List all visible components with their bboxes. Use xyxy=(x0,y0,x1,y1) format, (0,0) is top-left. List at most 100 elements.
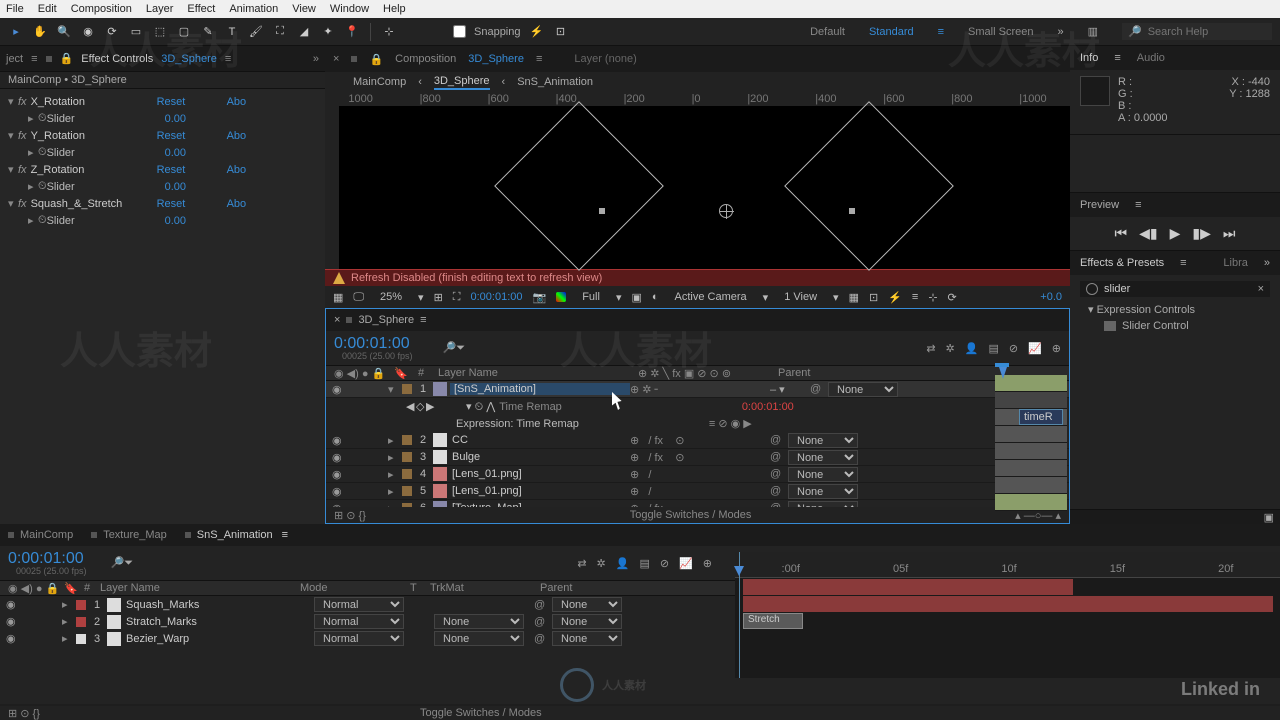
view-opts-icon[interactable]: ▦ xyxy=(849,291,859,304)
twisty-icon[interactable]: ▾ xyxy=(388,383,398,396)
lock-icon[interactable]: 🔒 xyxy=(369,53,383,66)
toggle-switches-modes[interactable]: Toggle Switches / Modes xyxy=(630,509,752,521)
layer-row-3[interactable]: ◉▸3Bulge⊕ / fx ⊙@None xyxy=(326,449,1069,466)
fast-preview-icon[interactable]: ⚡ xyxy=(888,291,902,304)
reset-exposure-icon[interactable]: ⟳ xyxy=(948,291,957,304)
menu-animation[interactable]: Animation xyxy=(229,3,278,15)
time-remap-label[interactable]: Time Remap xyxy=(499,401,562,413)
workspace-menu-icon[interactable]: ≡ xyxy=(938,26,944,38)
draft3d-icon[interactable]: ✲ xyxy=(946,342,955,355)
workspace-standard[interactable]: Standard xyxy=(869,26,914,38)
overflow-icon[interactable]: » xyxy=(1264,257,1270,269)
ep-menu-icon[interactable]: ≡ xyxy=(1180,257,1186,269)
exposure-value[interactable]: +0.0 xyxy=(1040,291,1062,303)
tab-menu-icon[interactable]: ≡ xyxy=(536,53,542,65)
reset-link[interactable]: Reset xyxy=(157,198,227,210)
shy-icon[interactable]: 👤 xyxy=(616,557,630,570)
mode-dropdown[interactable]: Normal xyxy=(314,631,404,646)
layer-row-1[interactable]: ◉ ▾ 1 [SnS_Animation] ⊕ ✲ ╴– ▾ @None xyxy=(326,381,1069,398)
close-tab-icon[interactable]: × xyxy=(334,314,340,326)
snapshot-icon[interactable]: 📷 xyxy=(533,291,547,304)
track-bar-stratch[interactable] xyxy=(743,596,1273,612)
crumb-3dsphere[interactable]: 3D_Sphere xyxy=(434,75,490,90)
playhead[interactable] xyxy=(739,552,740,678)
shape-right[interactable] xyxy=(784,101,954,271)
axis-icon[interactable]: ⊹ xyxy=(381,24,397,40)
roto-tool-icon[interactable]: ✦ xyxy=(320,24,336,40)
parent-dropdown[interactable]: None xyxy=(788,484,858,499)
new-bin-icon[interactable]: ▣ xyxy=(1264,511,1274,524)
search-help-input[interactable] xyxy=(1148,26,1266,38)
eye-icon[interactable]: ◉ xyxy=(332,451,344,464)
pan-behind-icon[interactable]: ⬚ xyxy=(152,24,168,40)
slider-value[interactable]: 0.00 xyxy=(165,215,186,227)
bottom-track-area[interactable]: :00f05f10f15f20f Stretch xyxy=(735,552,1280,678)
comp-mini-flowchart-icon[interactable]: ⇄ xyxy=(577,557,586,570)
pickwhip-icon[interactable]: @ xyxy=(810,383,822,395)
track-bar-squash[interactable] xyxy=(743,579,1073,595)
brush-tool-icon[interactable]: 🖌 xyxy=(248,24,264,40)
shape-left[interactable] xyxy=(494,101,664,271)
eye-icon[interactable]: ◉ xyxy=(332,434,344,447)
label-color[interactable] xyxy=(402,435,412,445)
handle[interactable] xyxy=(849,208,855,214)
libraries-tab[interactable]: Libra xyxy=(1223,257,1247,269)
puppet-tool-icon[interactable]: 📍 xyxy=(344,24,360,40)
eye-icon[interactable]: ◉ xyxy=(6,632,18,645)
ep-category[interactable]: ▾ Expression Controls xyxy=(1080,301,1270,318)
shape-tool-icon[interactable]: ▢ xyxy=(176,24,192,40)
about-link[interactable]: Abo xyxy=(227,96,247,108)
label-color[interactable] xyxy=(402,469,412,479)
parent-dropdown[interactable]: None xyxy=(788,467,858,482)
stopwatch-icon[interactable]: ⏲ xyxy=(38,180,47,193)
crumb-sns[interactable]: SnS_Animation xyxy=(517,76,593,88)
fx-y-rotation[interactable]: Y_Rotation xyxy=(31,130,157,142)
tab-snsanimation[interactable]: SnS_Animation ≡ xyxy=(185,529,288,541)
flowchart-icon[interactable]: ⊹ xyxy=(928,291,937,304)
effect-controls-tab[interactable]: Effect Controls xyxy=(81,53,153,65)
track-bar[interactable] xyxy=(995,477,1067,494)
trkmat-dropdown[interactable]: None xyxy=(434,614,524,629)
eye-icon[interactable]: ◉ xyxy=(332,468,344,481)
shy-icon[interactable]: 👤 xyxy=(965,342,979,355)
graph-editor-icon[interactable]: 📈 xyxy=(1028,342,1042,355)
layer-name[interactable]: CC xyxy=(450,434,630,446)
anchor-point-icon[interactable] xyxy=(719,204,733,218)
resolution-dropdown[interactable]: Full xyxy=(576,291,606,303)
menu-layer[interactable]: Layer xyxy=(146,3,174,15)
layer-name-header[interactable]: Layer Name xyxy=(100,582,300,594)
mode-dropdown[interactable]: Normal xyxy=(314,614,404,629)
overflow-icon[interactable]: » xyxy=(313,53,319,65)
rotate-tool-icon[interactable]: ⟳ xyxy=(104,24,120,40)
comp-canvas[interactable] xyxy=(339,106,1070,269)
layer-name[interactable]: Squash_Marks xyxy=(124,599,314,611)
slider-value[interactable]: 0.00 xyxy=(165,181,186,193)
tab-texturemap[interactable]: Texture_Map xyxy=(91,529,167,541)
layer-name-header[interactable]: Layer Name xyxy=(438,367,638,379)
track-bar-bezier[interactable]: Stretch xyxy=(743,613,803,629)
twisty-icon[interactable]: ▾ xyxy=(8,163,18,176)
track-bar[interactable] xyxy=(995,443,1067,460)
parent-dropdown[interactable]: None xyxy=(788,433,858,448)
layer-name[interactable]: Stratch_Marks xyxy=(124,616,314,628)
trkmat-header[interactable]: TrkMat xyxy=(430,582,540,594)
color-mgmt-icon[interactable] xyxy=(556,292,566,302)
clone-tool-icon[interactable]: ⛶ xyxy=(272,24,288,40)
search-icon[interactable]: 🔎⏷ xyxy=(111,556,134,570)
layer-name[interactable]: [SnS_Animation] xyxy=(450,383,630,395)
track-bar[interactable] xyxy=(995,426,1067,443)
zoom-tool-icon[interactable]: 🔍 xyxy=(56,24,72,40)
preview-tab[interactable]: Preview xyxy=(1080,199,1119,211)
track-bar[interactable] xyxy=(995,375,1067,392)
fx-squash-stretch[interactable]: Squash_&_Stretch xyxy=(31,198,157,210)
clear-icon[interactable]: × xyxy=(1258,283,1264,295)
menu-edit[interactable]: Edit xyxy=(38,3,57,15)
menu-help[interactable]: Help xyxy=(383,3,406,15)
toggle-switches-icon[interactable]: ⊞ ⊙ {} xyxy=(8,707,40,720)
label-color[interactable] xyxy=(402,452,412,462)
menu-view[interactable]: View xyxy=(292,3,316,15)
label-color[interactable] xyxy=(402,486,412,496)
crumb-maincomp[interactable]: MainComp xyxy=(353,76,406,88)
brainstorm-icon[interactable]: ⊕ xyxy=(703,557,712,570)
frame-blend-icon[interactable]: ▤ xyxy=(988,342,998,355)
